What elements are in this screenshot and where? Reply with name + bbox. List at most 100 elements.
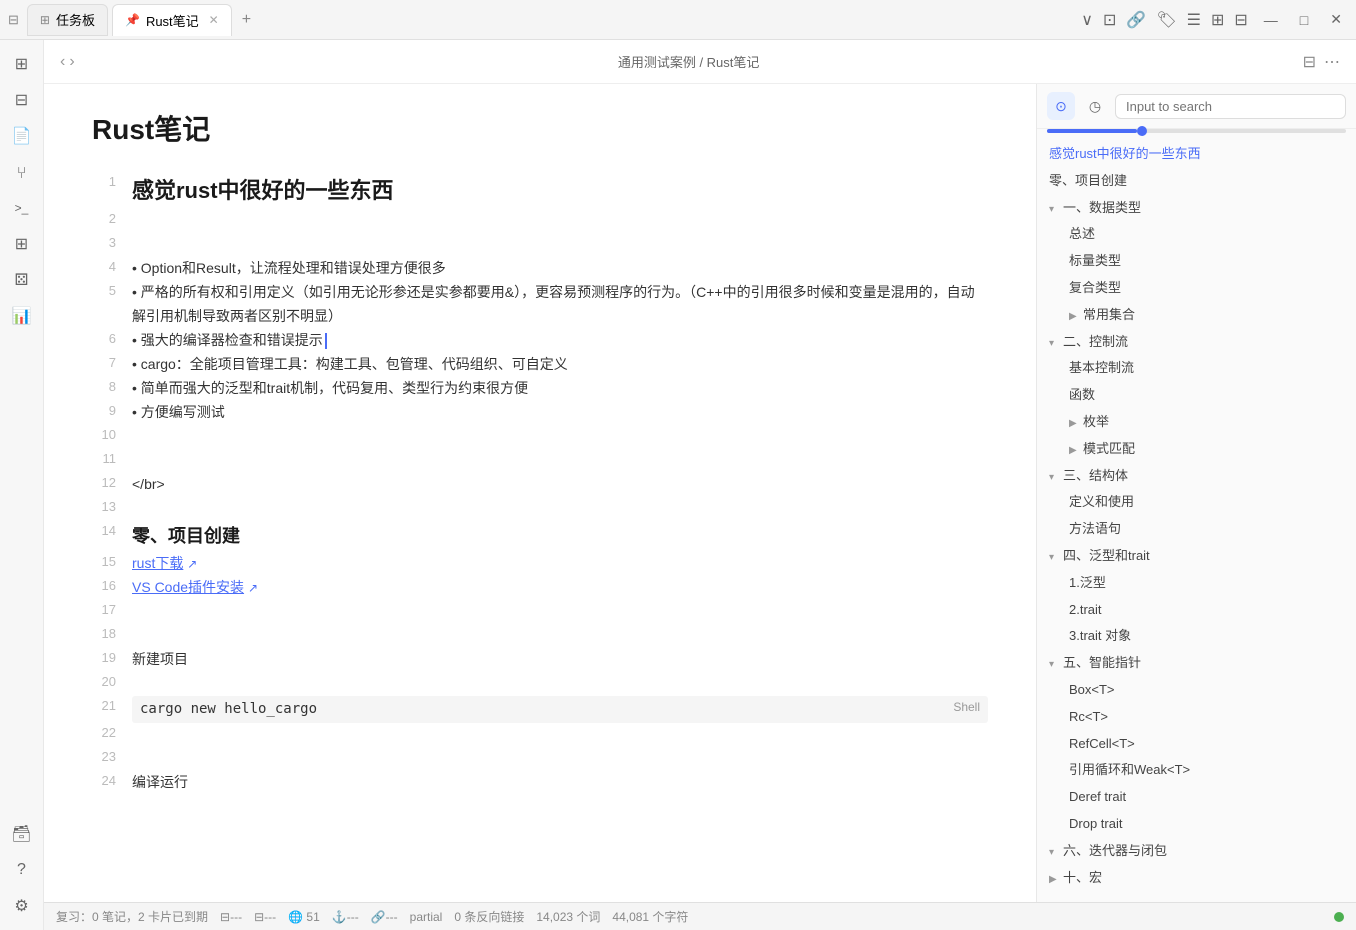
- tab-pin-icon: 📌: [125, 13, 140, 27]
- search-input[interactable]: [1115, 94, 1346, 119]
- tab-tasks-icon: ⊞: [40, 13, 50, 27]
- close-button[interactable]: ✕: [1324, 9, 1348, 30]
- export-icon[interactable]: ⊟: [1234, 10, 1247, 30]
- toc-item-iter[interactable]: ▾六、迭代器与闭包: [1037, 838, 1356, 865]
- line-7: 7 • cargo：全能项目管理工具：构建工具、包管理、代码组织、可自定义: [92, 353, 988, 377]
- window-action-buttons: ∨ ⊡ 🔗 🏷 ☰ ⊞ ⊟ — □ ✕: [1081, 9, 1348, 30]
- toc-item-label: 引用循环和Weak<T>: [1069, 762, 1190, 777]
- sidebar-icon-blocks[interactable]: ⊞: [6, 228, 38, 260]
- toc-expand-icon: ▾: [1049, 657, 1063, 673]
- toc-item-meiju[interactable]: ▶枚举: [1037, 409, 1356, 436]
- list-icon[interactable]: ☰: [1187, 10, 1201, 30]
- toc-item-rc[interactable]: Rc<T>: [1037, 704, 1356, 731]
- split-view-icon[interactable]: ⊡: [1103, 10, 1116, 30]
- line-5: 5 • 严格的所有权和引用定义（如引用无论形参还是实参都要用&），更容易预测程序…: [92, 281, 988, 329]
- toc-item-drop[interactable]: Drop trait: [1037, 811, 1356, 838]
- toc-item-jiben[interactable]: 基本控制流: [1037, 355, 1356, 382]
- toc-item-label: Deref trait: [1069, 789, 1126, 804]
- status-backlinks: 0 条反向链接: [454, 908, 524, 925]
- doc-title: Rust笔记: [92, 108, 988, 148]
- document-editor[interactable]: Rust笔记 1 感觉rust中很好的一些东西 2 3: [44, 84, 1036, 902]
- toc-item-macro[interactable]: ▶十、宏: [1037, 865, 1356, 892]
- vscode-plugin-link[interactable]: VS Code插件安装: [132, 579, 244, 595]
- minimize-button[interactable]: —: [1258, 10, 1284, 30]
- sidebar-icon-file[interactable]: 📄: [6, 120, 38, 152]
- sidebar-icon-terminal[interactable]: >_: [6, 192, 38, 224]
- line-12-content: </br>: [132, 473, 988, 497]
- toc-item-fangfa[interactable]: 方法语句: [1037, 516, 1356, 543]
- toc-expand-icon: ▶: [1069, 309, 1083, 325]
- toc-item-section1-data[interactable]: ▾一、数据类型: [1037, 195, 1356, 222]
- sidebar-icon-chart[interactable]: 📊: [6, 300, 38, 332]
- sidebar-icon-grid[interactable]: ⊞: [6, 48, 38, 80]
- toc-item-section0[interactable]: 零、项目创建: [1037, 168, 1356, 195]
- toc-item-hanshu[interactable]: 函数: [1037, 382, 1356, 409]
- add-tab-button[interactable]: +: [236, 11, 257, 29]
- sidebar-icons: ⊞ ⊟ 📄 ⑂ >_ ⊞ ⚄ 📊 🗃 ? ⚙: [0, 40, 44, 930]
- line-18: 18: [92, 624, 988, 648]
- line-5-content: • 严格的所有权和引用定义（如引用无论形参还是实参都要用&），更容易预测程序的行…: [132, 281, 988, 329]
- sidebar-icon-dice[interactable]: ⚄: [6, 264, 38, 296]
- tab-bar: ⊞ 任务板 📌 Rust笔记 ✕ +: [27, 4, 1081, 36]
- sidebar-icon-help[interactable]: ?: [6, 854, 38, 886]
- link-icon[interactable]: 🔗: [1126, 10, 1146, 30]
- sidebar-icon-branch[interactable]: ⑂: [6, 156, 38, 188]
- toc-item-struct[interactable]: ▾三、结构体: [1037, 463, 1356, 490]
- toc-item-control[interactable]: ▾二、控制流: [1037, 329, 1356, 356]
- toc-item-label: 三、结构体: [1063, 468, 1128, 483]
- toc-item-generic[interactable]: ▾四、泛型和trait: [1037, 543, 1356, 570]
- toc-item-label: 五、智能指针: [1063, 655, 1141, 670]
- toc-item-section1[interactable]: 感觉rust中很好的一些东西: [1037, 141, 1356, 168]
- toc-item-label: 一、数据类型: [1063, 200, 1141, 215]
- line-9-content: • 方便编写测试: [132, 401, 988, 425]
- sidebar-icon-database[interactable]: 🗃: [6, 818, 38, 850]
- toc-item-changyong[interactable]: ▶常用集合: [1037, 302, 1356, 329]
- toc-item-label: Rc<T>: [1069, 709, 1108, 724]
- title-bar: ⊟ ⊞ 任务板 📌 Rust笔记 ✕ + ∨ ⊡ 🔗 🏷 ☰ ⊞ ⊟ — □ ✕: [0, 0, 1356, 40]
- sidebar-icon-settings[interactable]: ⚙: [6, 890, 38, 922]
- toc-item-refcell[interactable]: RefCell<T>: [1037, 731, 1356, 758]
- content-area: ‹ › 通用测试案例 / Rust笔记 ⊟ ⋯ Rust笔记 1 感觉ru: [44, 40, 1356, 930]
- sidebar-toggle-icon[interactable]: ⊟: [8, 12, 19, 28]
- editor-content: 1 感觉rust中很好的一些东西 2 3 4 • Option和Result，让…: [92, 172, 988, 795]
- toc-item-dingyi[interactable]: 定义和使用: [1037, 489, 1356, 516]
- line-20: 20: [92, 672, 988, 696]
- toc-history-button[interactable]: ◷: [1081, 92, 1109, 120]
- sidebar-icon-apps[interactable]: ⊟: [6, 84, 38, 116]
- dropdown-arrow-icon[interactable]: ∨: [1081, 10, 1093, 30]
- tab-rust-notes[interactable]: 📌 Rust笔记 ✕: [112, 4, 232, 36]
- toc-item-deref[interactable]: Deref trait: [1037, 784, 1356, 811]
- toc-item-box[interactable]: Box<T>: [1037, 677, 1356, 704]
- toc-item-zongsu[interactable]: 总述: [1037, 221, 1356, 248]
- toc-item-label: 基本控制流: [1069, 360, 1134, 375]
- tab-close-button[interactable]: ✕: [209, 13, 219, 27]
- status-char-count: 44,081 个字符: [612, 908, 688, 925]
- toc-item-fuhe[interactable]: 复合类型: [1037, 275, 1356, 302]
- line-17: 17: [92, 600, 988, 624]
- toc-item-fanxing[interactable]: 1.泛型: [1037, 570, 1356, 597]
- toc-item-trait-obj[interactable]: 3.trait 对象: [1037, 623, 1356, 650]
- toc-item-smart-ptr[interactable]: ▾五、智能指针: [1037, 650, 1356, 677]
- toc-item-weak[interactable]: 引用循环和Weak<T>: [1037, 757, 1356, 784]
- progress-bar-fill: [1047, 129, 1137, 133]
- back-button[interactable]: ‹: [60, 53, 65, 71]
- toc-item-label: 感觉rust中很好的一些东西: [1049, 146, 1201, 161]
- status-dash1: ⊟---: [220, 910, 242, 924]
- tab-tasks[interactable]: ⊞ 任务板: [27, 4, 108, 36]
- line-14: 14 零、项目创建: [92, 521, 988, 552]
- toc-clock-button[interactable]: ⊙: [1047, 92, 1075, 120]
- line-24: 24 编译运行: [92, 771, 988, 795]
- rust-download-link[interactable]: rust下载: [132, 555, 183, 571]
- toc-item-moshi[interactable]: ▶模式匹配: [1037, 436, 1356, 463]
- maximize-button[interactable]: □: [1294, 10, 1314, 30]
- grid2-icon[interactable]: ⊞: [1211, 10, 1224, 30]
- tag-icon[interactable]: 🏷: [1156, 10, 1176, 30]
- toc-item-trait[interactable]: 2.trait: [1037, 597, 1356, 624]
- forward-button[interactable]: ›: [69, 53, 74, 71]
- reading-mode-button[interactable]: ⊟: [1303, 52, 1316, 72]
- line-14-content: 零、项目创建: [132, 521, 988, 552]
- status-word-count: 14,023 个词: [536, 908, 600, 925]
- toc-item-biaoliangle[interactable]: 标量类型: [1037, 248, 1356, 275]
- more-options-button[interactable]: ⋯: [1324, 52, 1340, 72]
- tab-rust-notes-label: Rust笔记: [146, 11, 199, 30]
